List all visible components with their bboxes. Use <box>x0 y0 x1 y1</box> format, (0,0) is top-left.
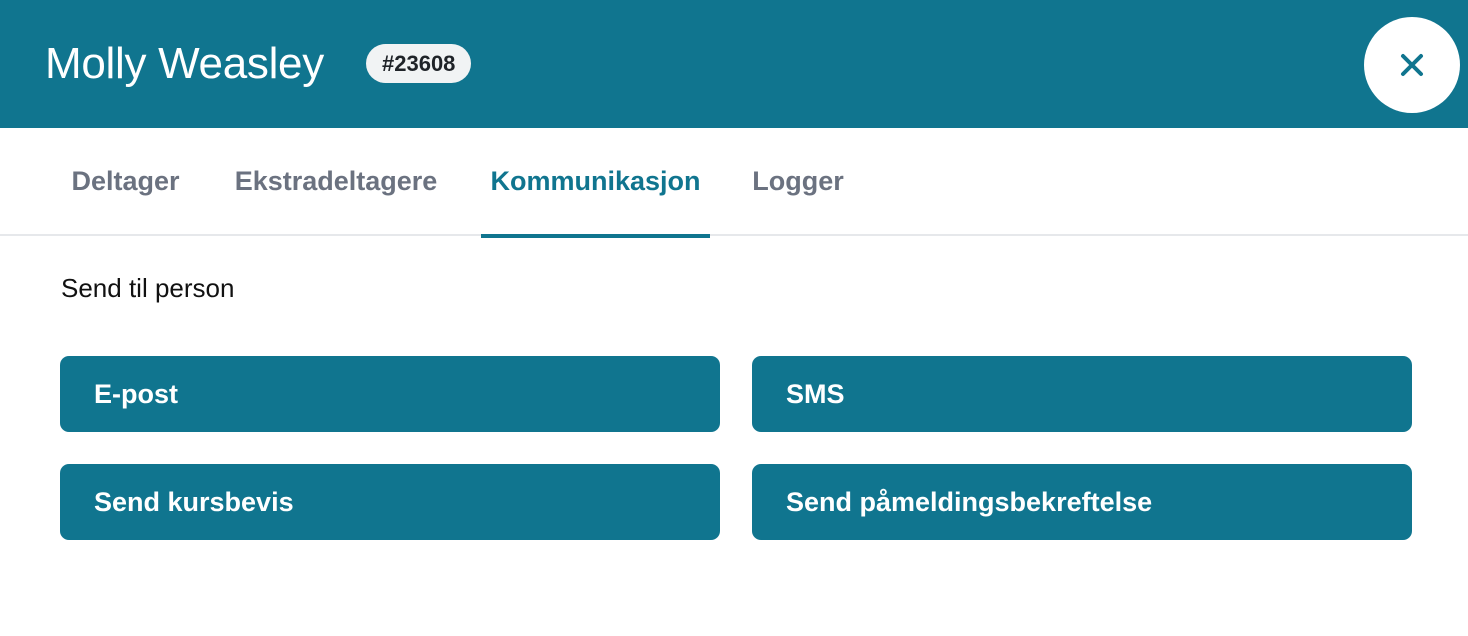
send-confirmation-button[interactable]: Send påmeldingsbekreftelse <box>752 464 1412 540</box>
send-certificate-button[interactable]: Send kursbevis <box>60 464 720 540</box>
tab-logger[interactable]: Logger <box>750 128 846 236</box>
modal-header: Molly Weasley #23608 <box>0 0 1468 128</box>
tab-bar: Deltager Ekstradeltagere Kommunikasjon L… <box>0 128 1468 238</box>
participant-id-badge: #23608 <box>366 44 472 83</box>
tab-deltager[interactable]: Deltager <box>68 128 183 236</box>
close-icon <box>1399 52 1425 78</box>
tab-kommunikasjon[interactable]: Kommunikasjon <box>481 128 710 238</box>
tab-ekstradeltagere[interactable]: Ekstradeltagere <box>230 128 442 236</box>
section-label: Send til person <box>61 273 235 303</box>
sms-button[interactable]: SMS <box>752 356 1412 432</box>
participant-name: Molly Weasley <box>45 39 324 88</box>
close-button[interactable] <box>1364 17 1460 113</box>
participant-modal: Molly Weasley #23608 Deltager Ekstradelt… <box>0 0 1468 636</box>
email-button[interactable]: E-post <box>60 356 720 432</box>
